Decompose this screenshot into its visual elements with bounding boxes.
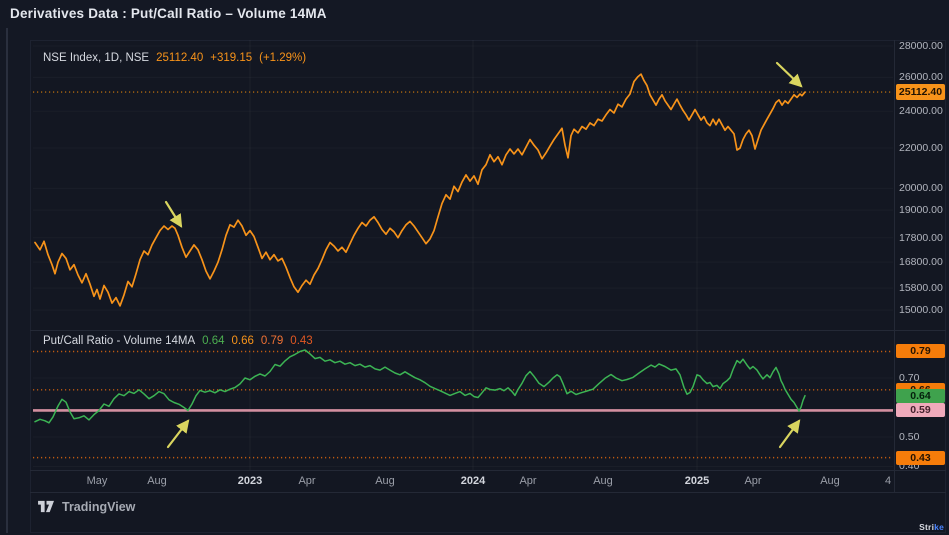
- price-change-value: +319.15: [210, 52, 253, 64]
- axis-tick-label: 19000.00: [899, 204, 943, 217]
- symbol-title[interactable]: NSE Index, 1D, NSE: [43, 52, 149, 64]
- indicator-values: 0.64 0.66 0.79 0.43: [202, 335, 313, 347]
- time-tick-label: May: [86, 475, 108, 487]
- pcr-current-badge: 0.64: [896, 388, 945, 403]
- axis-tick-label: 20000.00: [899, 182, 943, 195]
- strike-watermark-text: Stri: [919, 522, 935, 532]
- indicator-title[interactable]: Put/Call Ratio - Volume 14MA: [43, 335, 195, 347]
- axis-tick-label: 24000.00: [899, 105, 943, 118]
- axis-tick-label: 15800.00: [899, 282, 943, 295]
- time-tick-label: 2024: [460, 475, 486, 487]
- time-tick-label: Apr: [519, 475, 537, 487]
- bottom-bar: TradingView: [38, 499, 135, 514]
- strike-watermark-accent: ke: [934, 522, 944, 532]
- indicator-value: 0.43: [290, 335, 313, 347]
- axis-tick-label: 22000.00: [899, 142, 943, 155]
- time-axis[interactable]: May Aug 2023 Apr Aug 2024 Apr Aug 2025 Apr Aug 4: [0, 470, 949, 492]
- chart-canvas[interactable]: [0, 0, 949, 535]
- axis-tick-label: 28000.00: [899, 40, 943, 52]
- last-price-value: 25112.40: [156, 52, 204, 64]
- time-tick-label: 4: [884, 475, 892, 487]
- price-change-percent: (+1.29%): [259, 52, 307, 64]
- pcr-level-badge-079: 0.79: [896, 344, 945, 359]
- strike-watermark: Strike: [919, 522, 944, 532]
- tradingview-label[interactable]: TradingView: [62, 500, 135, 514]
- indicator-value: 0.64: [202, 335, 225, 347]
- pcr-level-badge-043: 0.43: [896, 450, 945, 465]
- indicator-value: 0.66: [231, 335, 254, 347]
- toolbar-separator: [30, 492, 946, 493]
- axis-tick-label: 0.50: [899, 430, 920, 443]
- time-tick-label: Aug: [147, 475, 167, 487]
- time-tick-label: Aug: [593, 475, 613, 487]
- indicator-value: 0.79: [260, 335, 284, 347]
- time-tick-label: Aug: [375, 475, 395, 487]
- price-axis-separator: [894, 40, 895, 492]
- axis-tick-label: 17800.00: [899, 231, 943, 244]
- time-tick-label: 2025: [684, 475, 710, 487]
- panel-separator[interactable]: [30, 330, 946, 331]
- time-tick-label: Apr: [298, 475, 316, 487]
- last-price-badge: 25112.40: [896, 84, 945, 101]
- pcr-level-badge-059: 0.59: [896, 403, 945, 418]
- main-series-legend[interactable]: NSE Index, 1D, NSE 25112.40 +319.15 (+1.…: [43, 52, 306, 64]
- axis-tick-label: 15000.00: [899, 304, 943, 317]
- axis-tick-label: 26000.00: [899, 71, 943, 84]
- indicator-legend[interactable]: Put/Call Ratio - Volume 14MA 0.64 0.66 0.7…: [43, 335, 313, 347]
- axis-tick-label: 16800.00: [899, 256, 943, 269]
- tradingview-logo-icon[interactable]: [38, 499, 55, 514]
- time-tick-label: 2023: [237, 475, 263, 487]
- time-tick-label: Apr: [744, 475, 762, 487]
- price-axis[interactable]: 28000.00 26000.00 24000.00 22000.00 20000.00…: [896, 0, 946, 535]
- time-tick-label: Aug: [820, 475, 840, 487]
